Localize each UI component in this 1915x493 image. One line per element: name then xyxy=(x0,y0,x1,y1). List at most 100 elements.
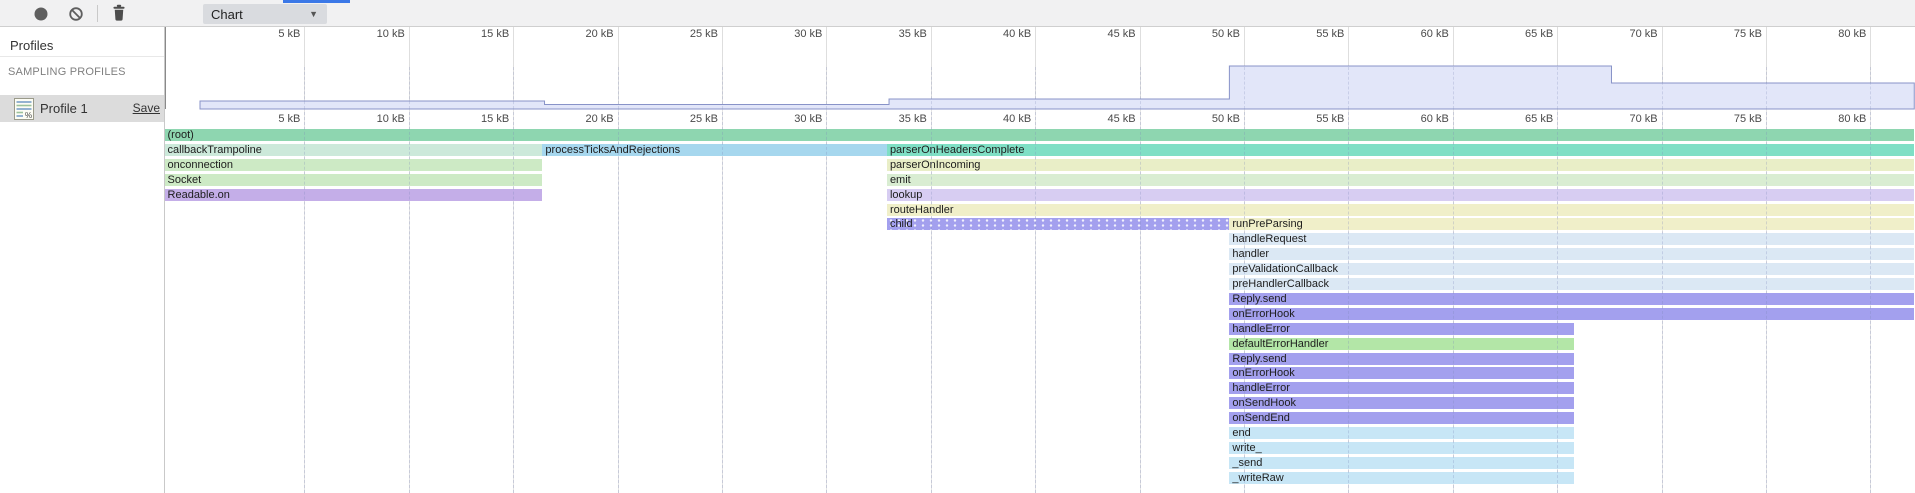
flame-gridline-dashed xyxy=(826,112,827,493)
flame-ruler-label: 5 kB xyxy=(278,113,300,125)
overview-gridline-dashed xyxy=(826,67,827,109)
flame-ruler-label: 30 kB xyxy=(794,113,822,125)
flame-frame[interactable]: processTicksAndRejections xyxy=(542,144,887,156)
flame-frame[interactable]: handleError xyxy=(1229,323,1574,335)
overview-gridline-dashed xyxy=(618,67,619,109)
flame-frame[interactable]: child xyxy=(887,218,1229,230)
flame-frame[interactable]: runPreParsing xyxy=(1229,218,1914,230)
flame-ruler-label: 10 kB xyxy=(377,113,405,125)
flame-gridline-dashed xyxy=(1453,112,1454,493)
active-tab-indicator xyxy=(283,0,350,3)
svg-text:%: % xyxy=(25,111,32,120)
memory-overview[interactable] xyxy=(165,27,1915,110)
flame-ruler-label: 60 kB xyxy=(1421,113,1449,125)
flame-frame[interactable]: _writeRaw xyxy=(1229,472,1574,484)
flame-frame[interactable]: (root) xyxy=(165,129,1914,141)
flame-frame[interactable]: _send xyxy=(1229,457,1574,469)
flame-chart-area[interactable]: 5 kB5 kB10 kB10 kB15 kB15 kB20 kB20 kB25… xyxy=(165,27,1915,493)
flame-gridline-dashed xyxy=(304,112,305,493)
flame-ruler-label: 20 kB xyxy=(585,113,613,125)
flame-gridline-dashed xyxy=(1244,112,1245,493)
overview-gridline-dashed xyxy=(1453,67,1454,109)
flame-frame[interactable]: Readable.on xyxy=(165,189,542,201)
overview-gridline-dashed xyxy=(1557,67,1558,109)
record-icon xyxy=(33,6,49,22)
sampling-profiles-section-label: SAMPLING PROFILES xyxy=(8,66,126,78)
sidebar-heading: Profiles xyxy=(10,38,53,53)
flame-gridline-dashed xyxy=(1557,112,1558,493)
flame-gridline-dashed xyxy=(722,112,723,493)
overview-gridline-dashed xyxy=(1348,67,1349,109)
flame-frame[interactable]: onSendHook xyxy=(1229,397,1574,409)
save-profile-link[interactable]: Save xyxy=(133,95,160,122)
flame-frame[interactable]: Reply.send xyxy=(1229,353,1574,365)
flame-frame[interactable]: emit xyxy=(887,174,1914,186)
chevron-down-icon: ▼ xyxy=(309,9,327,19)
flame-frame[interactable]: handleRequest xyxy=(1229,233,1914,245)
flame-frame[interactable]: callbackTrampoline xyxy=(165,144,542,156)
profile-list-item[interactable]: % Profile 1 Save xyxy=(0,95,164,122)
flame-gridline-dashed xyxy=(1035,112,1036,493)
flame-frame[interactable]: routeHandler xyxy=(887,204,1914,216)
flame-ruler-label: 70 kB xyxy=(1629,113,1657,125)
profile-sheet-icon: % xyxy=(14,98,34,120)
overview-gridline-dashed xyxy=(513,67,514,109)
flame-frame[interactable]: lookup xyxy=(887,189,1914,201)
flame-gridline-dashed xyxy=(1140,112,1141,493)
flame-ruler-label: 15 kB xyxy=(481,113,509,125)
flame-gridline-dashed xyxy=(513,112,514,493)
flame-ruler-label: 65 kB xyxy=(1525,113,1553,125)
flame-ruler-label: 55 kB xyxy=(1316,113,1344,125)
overview-gridline-dashed xyxy=(1244,67,1245,109)
flame-frame[interactable]: preValidationCallback xyxy=(1229,263,1914,275)
overview-gridline-dashed xyxy=(1035,67,1036,109)
flame-frame[interactable]: Reply.send xyxy=(1229,293,1914,305)
overview-gridline-dashed xyxy=(931,67,932,109)
flame-frame[interactable]: parserOnIncoming xyxy=(887,159,1914,171)
record-button[interactable] xyxy=(33,6,49,22)
flame-gridline-dashed xyxy=(618,112,619,493)
overview-gridline-dashed xyxy=(722,67,723,109)
view-mode-value: Chart xyxy=(203,7,309,22)
trash-icon xyxy=(111,3,127,22)
clear-button[interactable] xyxy=(68,6,84,22)
flame-frame[interactable]: write_ xyxy=(1229,442,1574,454)
flame-ruler-label: 75 kB xyxy=(1734,113,1762,125)
profiles-sidebar: Profiles SAMPLING PROFILES % Profile 1 S… xyxy=(0,27,165,493)
flame-frame[interactable]: onErrorHook xyxy=(1229,367,1574,379)
flame-gridline-dashed xyxy=(931,112,932,493)
flame-gridline-dashed xyxy=(1662,112,1663,493)
flame-frame[interactable]: preHandlerCallback xyxy=(1229,278,1914,290)
toolbar-separator xyxy=(97,5,98,22)
overview-gridline-dashed xyxy=(304,67,305,109)
flame-ruler-label: 50 kB xyxy=(1212,113,1240,125)
flame-frame[interactable]: onconnection xyxy=(165,159,542,171)
flame-frame[interactable]: Socket xyxy=(165,174,542,186)
flame-ruler-label: 35 kB xyxy=(899,113,927,125)
flame-frame[interactable]: onErrorHook xyxy=(1229,308,1914,320)
overview-gridline-dashed xyxy=(1662,67,1663,109)
flame-frame[interactable]: defaultErrorHandler xyxy=(1229,338,1574,350)
flame-gridline-dashed xyxy=(1348,112,1349,493)
flame-frame[interactable]: handler xyxy=(1229,248,1914,260)
flame-ruler-label: 40 kB xyxy=(1003,113,1031,125)
memory-profiler-panel: Chart ▼ Profiles SAMPLING PROFILES % Pro… xyxy=(0,0,1915,493)
profile-name: Profile 1 xyxy=(40,95,88,122)
overview-left-edge xyxy=(165,27,166,109)
flame-frame[interactable]: end xyxy=(1229,427,1574,439)
flame-gridline-dashed xyxy=(1870,112,1871,493)
flame-frame[interactable]: parserOnHeadersComplete xyxy=(887,144,1914,156)
block-icon xyxy=(68,6,84,22)
flame-ruler-label: 80 kB xyxy=(1838,113,1866,125)
flame-frame[interactable]: onSendEnd xyxy=(1229,412,1574,424)
flame-frame[interactable]: handleError xyxy=(1229,382,1574,394)
flame-gridline-dashed xyxy=(1766,112,1767,493)
flame-ruler-label: 45 kB xyxy=(1107,113,1135,125)
view-mode-select[interactable]: Chart ▼ xyxy=(203,4,327,24)
profiler-toolbar: Chart ▼ xyxy=(0,0,1915,27)
flame-ruler-label: 25 kB xyxy=(690,113,718,125)
overview-gridline-dashed xyxy=(1766,67,1767,109)
sidebar-divider xyxy=(0,56,164,57)
overview-gridline-dashed xyxy=(1140,67,1141,109)
delete-profile-button[interactable] xyxy=(111,4,127,20)
